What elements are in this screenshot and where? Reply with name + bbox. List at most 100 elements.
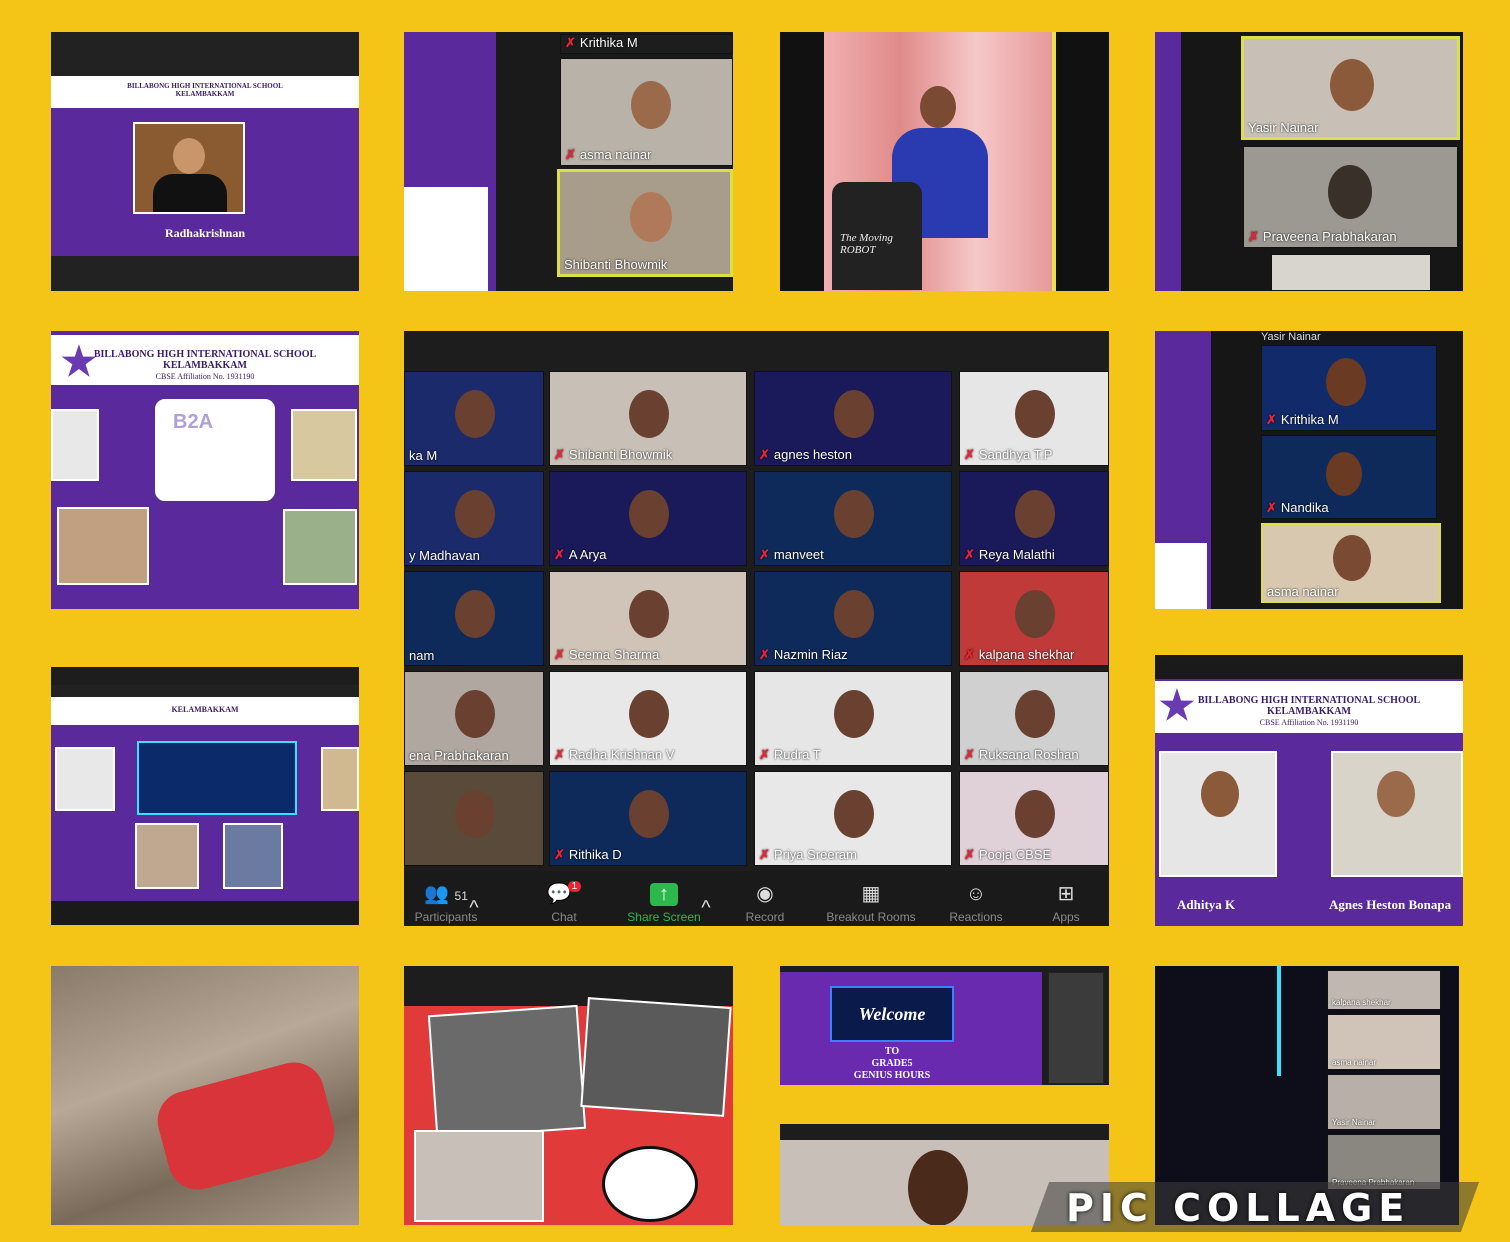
school-affiliation: CBSE Affiliation No. 1931190: [155, 372, 255, 381]
video-tile-participant[interactable]: ✗ Rithika D: [549, 771, 747, 866]
muted-mic-icon: ✗: [964, 547, 975, 562]
robot-logo-icon: [602, 1146, 698, 1222]
participant-label: ✗ Ruksana Roshan: [964, 747, 1079, 763]
school-campus: KELAMBAKKAM: [1267, 706, 1351, 717]
video-tile-participant[interactable]: ✗ agnes heston: [754, 371, 952, 466]
video-tile-participant[interactable]: ✗ Seema Sharma: [549, 571, 747, 666]
welcome-sub-line: TO: [884, 1046, 900, 1057]
share-screen-icon: ↑: [650, 883, 678, 906]
video-tile-participant[interactable]: [404, 771, 544, 866]
zoom-strip: [780, 1124, 1109, 1140]
participant-face: [1333, 535, 1371, 581]
muted-mic-icon: ✗: [964, 847, 975, 862]
breakout-rooms-button[interactable]: ▦ Breakout Rooms: [816, 881, 926, 924]
video-tile-participant[interactable]: ✗ A Arya: [549, 471, 747, 566]
video-tile-participant[interactable]: ✗ Shibanti Bhowmik: [549, 371, 747, 466]
record-label: Record: [745, 910, 785, 924]
participant-name: Radha Krishnan V: [568, 747, 675, 762]
participant-name: Sandhya T.P: [978, 447, 1053, 462]
participant-face: [1326, 452, 1362, 496]
video-tile-participant[interactable]: ✗ kalpana shekhar: [959, 571, 1109, 666]
collage-tile-b2a-slide: BILLABONG HIGH INTERNATIONAL SCHOOL KELA…: [51, 331, 359, 609]
welcome-sub: TO GRADE5 GENIUS HOURS: [830, 1046, 954, 1082]
muted-mic-icon: ✗: [759, 847, 770, 862]
participant-name: Nandika: [1280, 500, 1329, 515]
video-tile-nandika: ✗ Nandika: [1261, 435, 1437, 519]
muted-mic-icon: ✗: [1266, 412, 1277, 427]
collage-tile-zoom-slide: KELAMBAKKAM: [51, 667, 359, 925]
muted-mic-icon: ✗: [964, 447, 975, 462]
school-logo-icon: ★: [1159, 684, 1195, 728]
neon-bar: [1277, 966, 1281, 1076]
participant-label: asma nainar: [1267, 584, 1339, 599]
apps-button[interactable]: ⊞ Apps: [1016, 881, 1109, 924]
video-tile-participant[interactable]: ✗ Pooja CBSE: [959, 771, 1109, 866]
muted-mic-icon: ✗: [964, 747, 975, 762]
school-banner: BILLABONG HIGH INTERNATIONAL SCHOOL KELA…: [1155, 681, 1463, 733]
collage-tile-adhitya-slide: BILLABONG HIGH INTERNATIONAL SCHOOL KELA…: [1155, 655, 1463, 926]
video-tile-participant[interactable]: ✗ Rudra T: [754, 671, 952, 766]
participant-label: ✗ manveet: [759, 547, 824, 563]
student-caption: Agnes Heston Bonapa: [1329, 897, 1452, 912]
participant-name: manveet: [773, 547, 824, 562]
student-photo: [1159, 751, 1277, 877]
reactions-button[interactable]: ☺ Reactions: [926, 883, 1026, 924]
muted-mic-icon: ✗: [554, 647, 565, 662]
participant-label: asma nainar: [1332, 1058, 1376, 1067]
participant-label: y Madhavan: [409, 548, 480, 563]
student-shirt: [153, 174, 227, 212]
video-tile-participant[interactable]: nam: [404, 571, 544, 666]
video-tile-participant[interactable]: ✗ Sandhya T.P: [959, 371, 1109, 466]
zoom-toolbar-bottom: [51, 901, 359, 925]
video-tile-participant[interactable]: ✗ Priya Sreeram: [754, 771, 952, 866]
participant-name: asma nainar: [1332, 1058, 1377, 1067]
participant-name: A Arya: [568, 547, 607, 562]
muted-mic-icon: ✗: [565, 147, 576, 162]
gallery-label: Yasir Nainar: [1261, 331, 1321, 343]
video-tile-participant[interactable]: ✗ Radha Krishnan V: [549, 671, 747, 766]
participant-face: [629, 790, 669, 838]
collage-tile-robot-demo: The Moving ROBOT: [780, 32, 1109, 291]
video-tile-participant[interactable]: ✗ Reya Malathi: [959, 471, 1109, 566]
video-tile-participant[interactable]: ena Prabhakaran: [404, 671, 544, 766]
participant-name: Krithika M: [1280, 412, 1339, 427]
school-campus: KELAMBAKKAM: [171, 705, 239, 714]
slide-body: [51, 725, 359, 901]
collage-tile-yasir: Yasir Nainar ✗ Praveena Prabhakaran: [1155, 32, 1463, 291]
participant-label: ✗ asma nainar: [565, 147, 651, 163]
participant-name: Krithika M: [579, 35, 638, 50]
video-tile-yasir: Yasir Nainar: [1241, 36, 1460, 140]
video-tile-participant[interactable]: ✗ manveet: [754, 471, 952, 566]
zoom-toolbar-top: [51, 685, 359, 697]
apps-icon: ⊞: [1057, 883, 1075, 905]
video-tile-participant[interactable]: ka M: [404, 371, 544, 466]
video-tile-partial: [1271, 254, 1431, 291]
video-tile-shibanti: Shibanti Bhowmik: [557, 169, 733, 277]
video-tile-participant[interactable]: y Madhavan: [404, 471, 544, 566]
participant-name: Yasir Nainar: [1248, 120, 1319, 135]
collage-tile-radhakrishnan: BILLABONG HIGH INTERNATIONAL SCHOOL KELA…: [51, 32, 359, 291]
chat-button[interactable]: 💬1 Chat: [514, 881, 614, 924]
participant-grid: ka M ✗ Shibanti Bhowmik ✗ agnes heston ✗ Sandh…: [404, 371, 1109, 869]
badge-text: B2A: [173, 411, 214, 433]
video-tile-krithika: ✗ Krithika M: [1261, 345, 1437, 431]
participant-face: [629, 590, 669, 638]
muted-mic-icon: ✗: [554, 747, 565, 762]
school-name: BILLABONG HIGH INTERNATIONAL SCHOOL: [93, 349, 317, 360]
record-button[interactable]: ◉ Record: [715, 881, 815, 924]
share-screen-label: Share Screen: [627, 910, 701, 924]
participant-face: [834, 490, 874, 538]
welcome-sub-line: GRADE5: [871, 1058, 913, 1069]
student-photo: [321, 747, 359, 811]
participants-menu-chevron[interactable]: ^: [459, 897, 489, 924]
student-photo: [57, 507, 149, 585]
watermark-text: PIC COLLAGE: [1066, 1186, 1411, 1230]
collage-tile-robot-car: [51, 966, 359, 1225]
b2a-badge: B2A: [155, 399, 275, 501]
video-tile-participant[interactable]: ✗ Ruksana Roshan: [959, 671, 1109, 766]
video-tile-participant[interactable]: ✗ Nazmin Riaz: [754, 571, 952, 666]
participant-label: ✗ Reya Malathi: [964, 547, 1055, 563]
participant-name: asma nainar: [1267, 584, 1339, 599]
video-tile-praveena: ✗ Praveena Prabhakaran: [1243, 146, 1458, 248]
girl-face: [908, 1150, 968, 1225]
